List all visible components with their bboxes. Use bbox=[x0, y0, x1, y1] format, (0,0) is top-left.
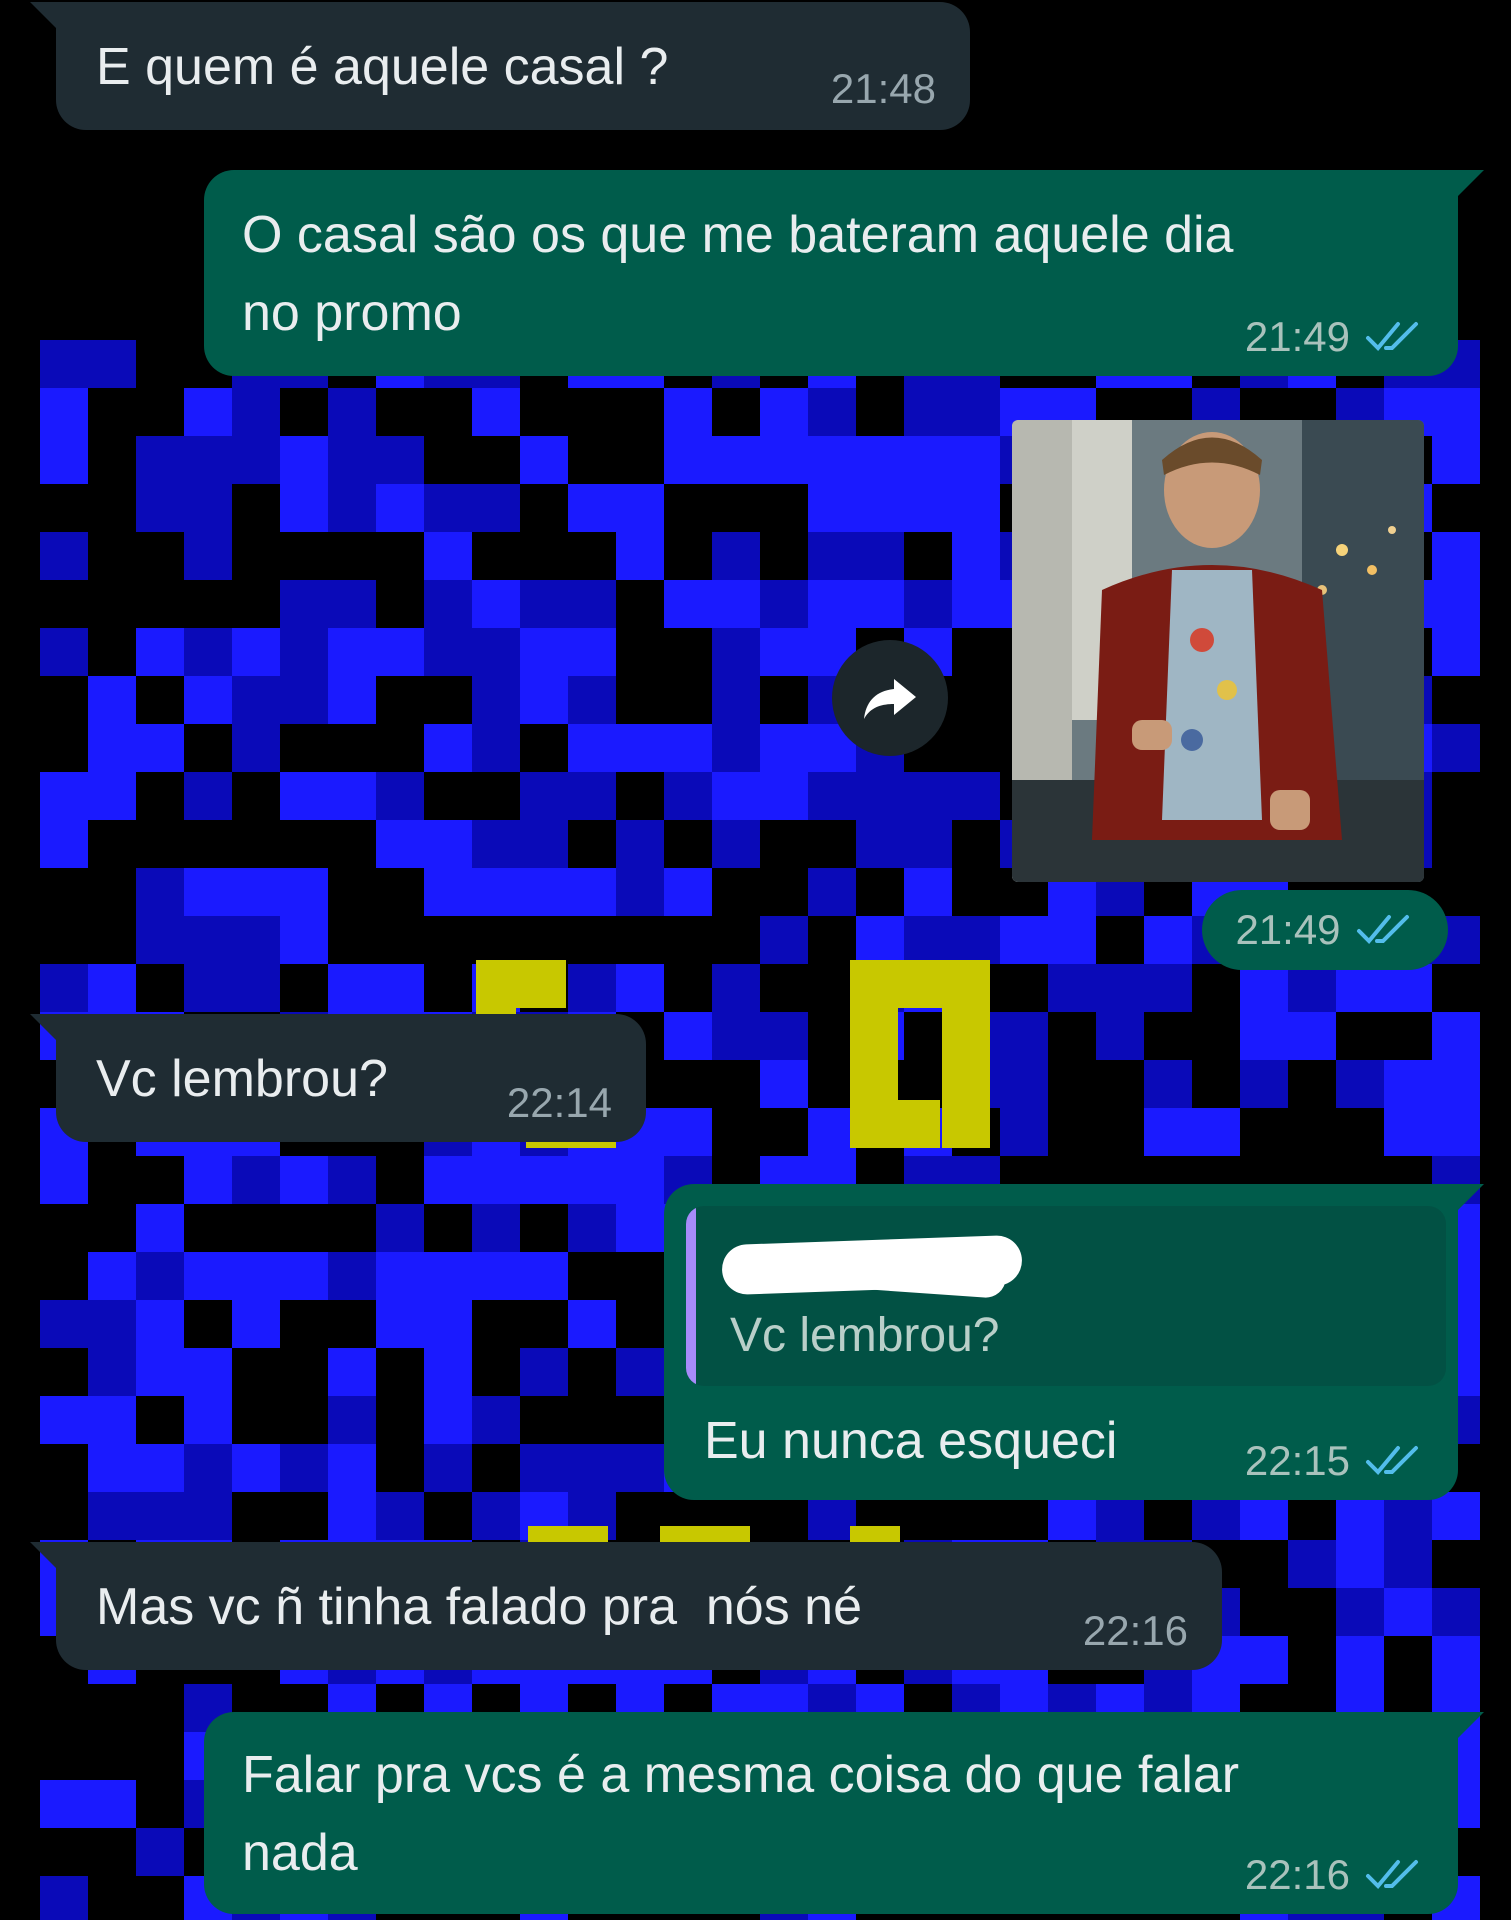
forward-button[interactable] bbox=[832, 640, 948, 756]
image-message[interactable] bbox=[1012, 420, 1424, 882]
bubble-tail bbox=[1456, 1712, 1484, 1740]
message-meta: 21:49 bbox=[1245, 312, 1424, 362]
message-meta: 22:16 bbox=[1245, 1850, 1424, 1900]
message-text: O casal são os que me bateram aquele dia… bbox=[242, 206, 1248, 342]
bubble-tail bbox=[30, 1542, 58, 1570]
message-text: E quem é aquele casal ? bbox=[96, 38, 669, 96]
message-time: 22:16 bbox=[1082, 1607, 1188, 1654]
message-incoming[interactable]: E quem é aquele casal ? 21:48 bbox=[30, 2, 970, 130]
message-incoming[interactable]: Vc lembrou? 22:14 bbox=[30, 1014, 646, 1142]
message-text: Eu nunca esqueci bbox=[704, 1412, 1118, 1470]
message-meta: 22:15 bbox=[1245, 1436, 1424, 1486]
double-check-read-icon bbox=[1366, 322, 1418, 351]
message-time: 22:15 bbox=[1244, 1437, 1350, 1484]
message-time: 21:49 bbox=[1244, 313, 1350, 360]
message-incoming[interactable]: Mas vc ñ tinha falado pra nós né 22:16 bbox=[30, 1542, 1222, 1670]
message-text: Vc lembrou? bbox=[96, 1050, 388, 1108]
message-outgoing-reply[interactable]: Vc lembrou? Eu nunca esqueci 22:15 bbox=[664, 1184, 1484, 1500]
double-check-read-icon bbox=[1356, 915, 1409, 944]
message-time: 21:49 bbox=[1235, 906, 1341, 953]
message-outgoing[interactable]: O casal são os que me bateram aquele dia… bbox=[204, 170, 1484, 376]
message-text: Mas vc ñ tinha falado pra nós né bbox=[96, 1578, 863, 1636]
bubble-tail bbox=[30, 2, 58, 30]
message-text: Falar pra vcs é a mesma coisa do que fal… bbox=[242, 1746, 1254, 1882]
quoted-message[interactable]: Vc lembrou? bbox=[686, 1206, 1446, 1386]
bubble-tail bbox=[1456, 170, 1484, 198]
message-time: 21:48 bbox=[830, 65, 936, 112]
quoted-text: Vc lembrou? bbox=[730, 1309, 1000, 1362]
double-check-read-icon bbox=[1366, 1860, 1418, 1889]
image-message-meta: 21:49 bbox=[1202, 890, 1448, 970]
double-check-read-icon bbox=[1366, 1446, 1418, 1475]
bubble-tail bbox=[1456, 1184, 1484, 1212]
quote-accent-bar bbox=[686, 1206, 696, 1386]
message-meta: 22:16 bbox=[1083, 1606, 1188, 1656]
message-outgoing[interactable]: Falar pra vcs é a mesma coisa do que fal… bbox=[204, 1712, 1484, 1914]
photo-thumbnail bbox=[1012, 420, 1424, 882]
bubble-tail bbox=[30, 1014, 58, 1042]
message-meta: 22:14 bbox=[507, 1078, 612, 1128]
forward-arrow-icon bbox=[864, 679, 916, 719]
message-time: 22:16 bbox=[1244, 1851, 1350, 1898]
message-meta: 21:48 bbox=[831, 64, 936, 114]
chat-thread[interactable]: E quem é aquele casal ? 21:48 O casal sã… bbox=[0, 0, 1511, 1920]
message-time: 22:14 bbox=[506, 1079, 612, 1126]
